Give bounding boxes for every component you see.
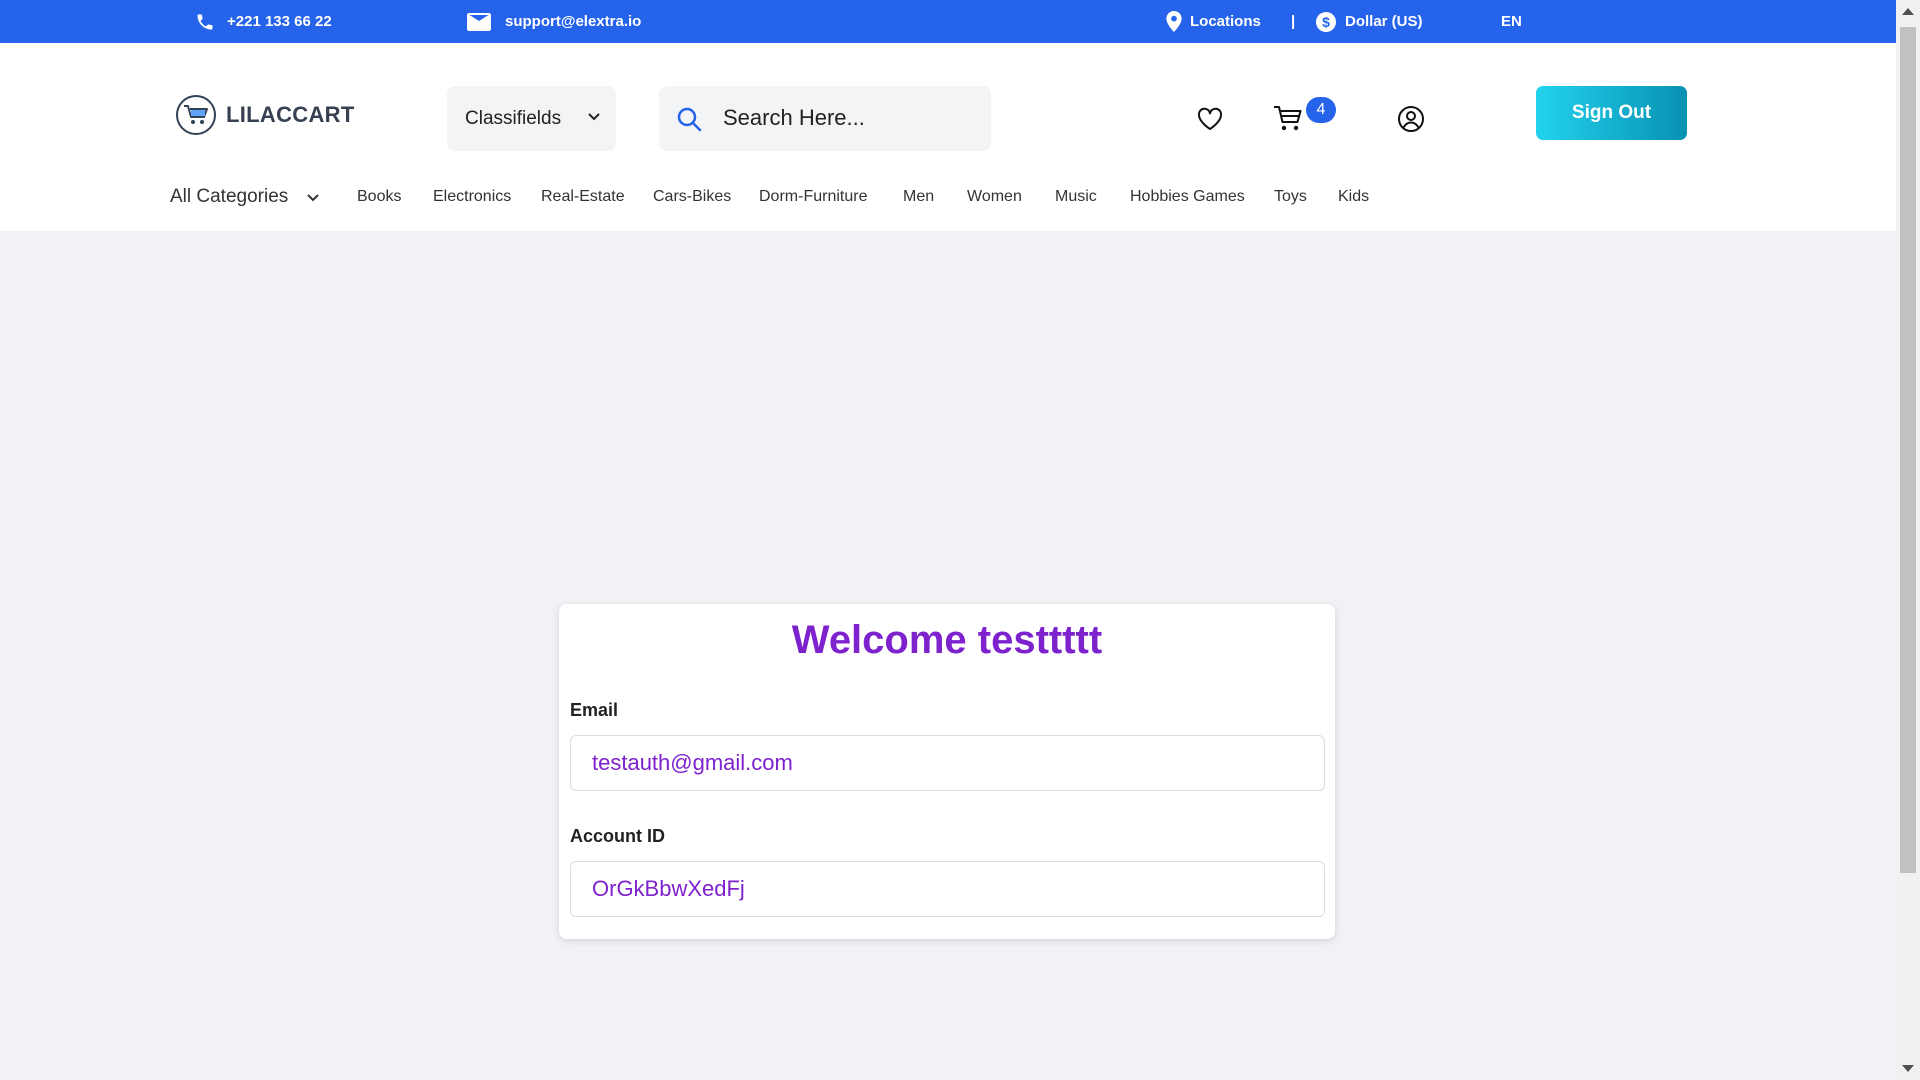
category-electronics[interactable]: Electronics	[433, 183, 511, 211]
phone-contact[interactable]: +221 133 66 22	[195, 0, 332, 43]
dollar-icon: $	[1316, 11, 1336, 32]
email-field[interactable]	[570, 735, 1325, 791]
category-kids[interactable]: Kids	[1338, 183, 1369, 211]
language-selector[interactable]: EN	[1501, 0, 1522, 43]
sign-out-button[interactable]: Sign Out	[1536, 86, 1687, 140]
email-label: Email	[570, 700, 619, 720]
category-dorm-furniture[interactable]: Dorm-Furniture	[759, 183, 867, 211]
profile-card: Welcome testtttt Email Account ID	[559, 604, 1335, 939]
all-categories-dropdown[interactable]: All Categories	[170, 183, 320, 211]
all-categories-label: All Categories	[170, 186, 289, 207]
topbar-separator: |	[1291, 13, 1296, 30]
account-id-label: Account ID	[570, 826, 666, 846]
page-scrollbar[interactable]	[1896, 0, 1920, 1080]
currency-label: Dollar (US)	[1345, 13, 1423, 30]
category-men[interactable]: Men	[903, 183, 934, 211]
account-id-field[interactable]	[570, 861, 1325, 917]
scroll-down-arrow[interactable]	[1902, 1065, 1914, 1072]
search-icon[interactable]	[676, 106, 702, 132]
brand-name: LILACCART	[226, 102, 355, 127]
marketplace-select-value: Classifields	[465, 107, 562, 129]
cart-logo-icon	[176, 95, 216, 135]
locations-link[interactable]: Locations	[1166, 0, 1261, 43]
scrollbar-thumb[interactable]	[1900, 27, 1916, 873]
locations-label: Locations	[1190, 13, 1261, 30]
chevron-down-icon	[588, 113, 600, 121]
category-cars-bikes[interactable]: Cars-Bikes	[653, 183, 731, 211]
svg-text:$: $	[1322, 14, 1330, 30]
category-music[interactable]: Music	[1055, 183, 1097, 211]
category-women[interactable]: Women	[967, 183, 1022, 211]
email-contact[interactable]: support@elextra.io	[467, 0, 641, 43]
chevron-down-icon	[307, 194, 319, 202]
category-books[interactable]: Books	[357, 183, 401, 211]
top-bar: +221 133 66 22 support@elextra.io Locati…	[0, 0, 1896, 43]
phone-icon	[197, 14, 213, 29]
category-real-estate[interactable]: Real-Estate	[541, 183, 625, 211]
brand-logo[interactable]: LILACCART	[176, 95, 355, 135]
cart-icon[interactable]	[1273, 105, 1303, 133]
welcome-heading: Welcome testtttt	[791, 618, 1103, 662]
language-label: EN	[1501, 13, 1522, 30]
category-toys[interactable]: Toys	[1274, 183, 1307, 211]
search-input[interactable]	[723, 100, 973, 136]
currency-selector[interactable]: $ Dollar (US)	[1315, 0, 1423, 43]
user-icon[interactable]	[1397, 105, 1425, 133]
heart-icon[interactable]	[1197, 107, 1223, 131]
main-header: LILACCART Classifields 4 Sign Out All Ca…	[0, 43, 1896, 231]
support-email: support@elextra.io	[505, 13, 642, 30]
category-nav: All Categories Books Electronics Real-Es…	[0, 183, 1896, 213]
marketplace-select[interactable]: Classifields	[447, 86, 616, 151]
scroll-up-arrow[interactable]	[1902, 8, 1914, 15]
search-bar	[659, 86, 991, 151]
cart-count-badge: 4	[1306, 97, 1336, 123]
category-hobbies-games[interactable]: Hobbies Games	[1130, 183, 1245, 211]
location-icon	[1166, 11, 1182, 32]
phone-number: +221 133 66 22	[227, 13, 332, 30]
mail-icon	[467, 12, 491, 31]
